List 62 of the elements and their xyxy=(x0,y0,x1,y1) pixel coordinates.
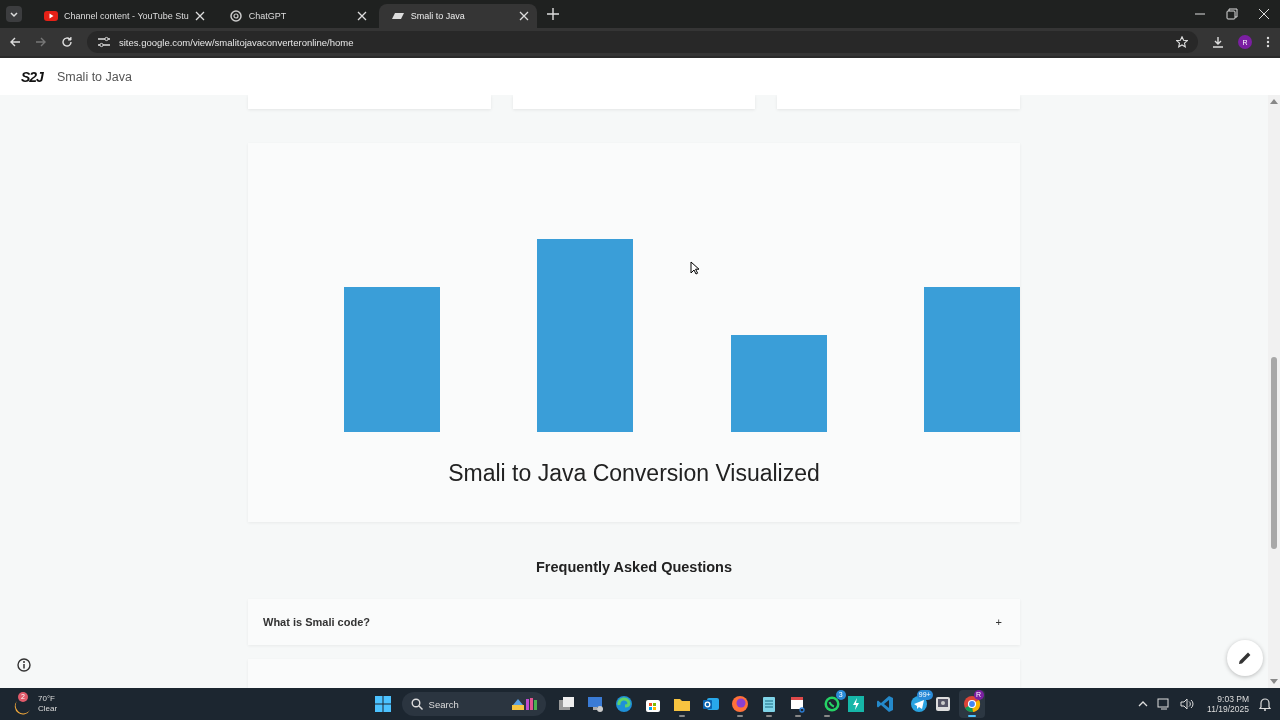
site-settings-icon[interactable] xyxy=(97,36,111,48)
browser-tab[interactable]: Channel content - YouTube Stu xyxy=(32,4,213,28)
weather-condition: Clear xyxy=(38,704,58,714)
scrollbar[interactable] xyxy=(1268,95,1280,688)
speaker-icon[interactable] xyxy=(1180,698,1195,710)
clock[interactable]: 9:03 PM 11/19/2025 xyxy=(1207,694,1249,714)
chrome-icon xyxy=(962,695,981,713)
browser-swirl-icon xyxy=(614,695,633,713)
faq-item[interactable]: What is Smali code? + xyxy=(248,598,1020,645)
site-title[interactable]: Smali to Java xyxy=(56,69,132,84)
restore-icon[interactable] xyxy=(1226,8,1238,20)
new-tab-icon[interactable] xyxy=(546,8,559,20)
mail-icon xyxy=(701,695,720,713)
site-logo[interactable]: S2J xyxy=(21,68,43,85)
menu-icon[interactable] xyxy=(1266,36,1270,48)
info-icon[interactable] xyxy=(17,658,31,672)
browser-tab[interactable]: ChatGPT xyxy=(216,4,375,28)
faq-question: What is Smali code? xyxy=(263,615,370,628)
network-icon[interactable] xyxy=(1157,698,1172,710)
paper-plane-icon xyxy=(909,695,928,713)
browser-tab[interactable]: Smali to Java xyxy=(378,4,537,28)
edit-button[interactable] xyxy=(1227,640,1263,676)
back-icon[interactable] xyxy=(9,36,21,48)
play-icon xyxy=(44,9,58,23)
windows-stack-icon xyxy=(556,695,575,713)
code-editor-icon xyxy=(875,695,894,713)
windows-icon[interactable] xyxy=(374,696,391,712)
search-input[interactable]: Search xyxy=(428,698,504,710)
books-icon xyxy=(509,696,540,712)
scroll-down-icon xyxy=(1270,679,1278,685)
scrollbar-thumb[interactable] xyxy=(1271,357,1277,549)
lightning-icon xyxy=(846,695,865,713)
close-icon[interactable] xyxy=(1258,8,1270,20)
running-indicator xyxy=(678,715,685,717)
search-icon xyxy=(410,698,423,710)
star-icon[interactable] xyxy=(1176,36,1188,48)
running-indicator xyxy=(736,715,743,717)
close-icon[interactable] xyxy=(356,11,367,21)
running-indicator xyxy=(823,715,830,717)
temperature: 70°F xyxy=(38,694,56,704)
knot-icon xyxy=(228,9,243,23)
mouse-cursor-icon xyxy=(690,261,700,275)
chart-caption: Smali to Java Conversion Visualized xyxy=(448,460,820,487)
pencil-icon xyxy=(1238,651,1252,665)
running-indicator xyxy=(794,715,801,717)
address-bar[interactable]: sites.google.com/view/smalitojavaconverteronline/home xyxy=(87,31,1198,53)
section-heading: Frequently Asked Questions xyxy=(535,558,733,575)
monitor-icon xyxy=(585,695,604,713)
chevron-up-icon[interactable] xyxy=(1138,701,1149,707)
close-icon[interactable] xyxy=(194,11,205,21)
scroll-up-icon xyxy=(1270,98,1278,104)
tab-list-icon[interactable] xyxy=(6,6,22,22)
forward-icon[interactable] xyxy=(35,36,47,48)
expand-toggle[interactable]: + xyxy=(995,615,1002,628)
reload-icon[interactable] xyxy=(61,36,73,48)
close-icon[interactable] xyxy=(518,11,529,21)
bell-icon[interactable] xyxy=(1258,697,1272,711)
download-icon[interactable] xyxy=(1212,36,1224,48)
running-indicator xyxy=(967,715,976,717)
chat-phone-icon xyxy=(822,695,841,713)
search-field[interactable]: Search xyxy=(401,692,546,716)
running-indicator xyxy=(765,715,772,717)
